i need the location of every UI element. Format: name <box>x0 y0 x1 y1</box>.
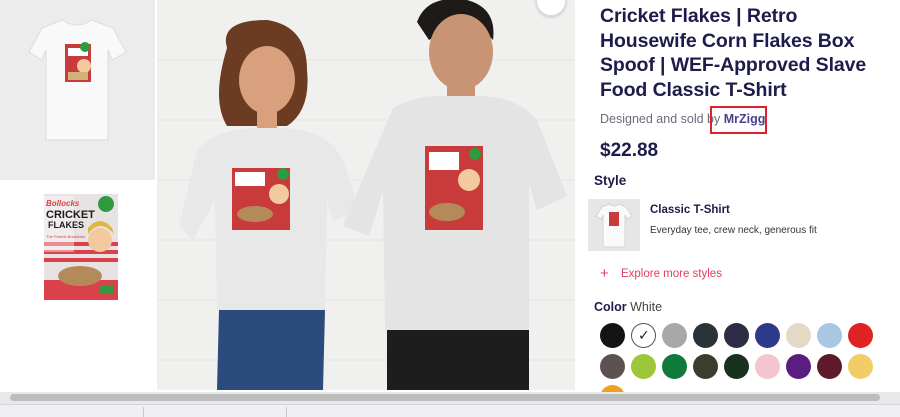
swatch-charcoal[interactable] <box>693 323 718 348</box>
explore-more-styles-link[interactable]: + Explore more styles <box>600 264 722 282</box>
swatch-heather-grey[interactable] <box>662 323 687 348</box>
style-description: Everyday tee, crew neck, generous fit <box>650 225 817 236</box>
swatch-gold[interactable] <box>848 354 873 379</box>
style-name: Classic T-Shirt <box>650 204 730 216</box>
check-icon: ✓ <box>638 327 650 343</box>
horizontal-scrollbar[interactable] <box>0 392 900 404</box>
options-panel: Style Classic T-Shirt Everyday tee, crew… <box>588 0 900 410</box>
selected-color-name: White <box>630 300 663 314</box>
swatch-kelly-green[interactable] <box>662 354 687 379</box>
swatch-pink[interactable] <box>755 354 780 379</box>
style-tshirt-image <box>588 199 640 251</box>
scrollbar-thumb[interactable] <box>10 394 880 401</box>
style-heading: Style <box>594 173 627 188</box>
swatch-lime[interactable] <box>631 354 656 379</box>
swatch-light-blue[interactable] <box>817 323 842 348</box>
artwork-tagline: The Protein Breakfast <box>46 234 86 239</box>
bar-divider <box>286 407 287 417</box>
bottom-bar <box>0 404 900 417</box>
swatch-purple[interactable] <box>786 354 811 379</box>
artwork-thumbnail-image: Bollocks CRICKET FLAKES The Protein Brea… <box>0 182 155 390</box>
explore-label: Explore more styles <box>620 268 722 280</box>
swatch-red[interactable] <box>848 323 873 348</box>
swatch-sand[interactable] <box>786 323 811 348</box>
artwork-name-line2: FLAKES <box>48 220 84 230</box>
artwork-brand-text: Bollocks <box>46 199 80 208</box>
product-page: Bollocks CRICKET FLAKES The Protein Brea… <box>0 0 900 417</box>
color-label: Color <box>594 300 627 314</box>
color-heading: Color White <box>594 300 662 314</box>
style-thumbnail <box>588 199 640 251</box>
thumbnail-tshirt[interactable] <box>0 0 155 180</box>
swatch-black[interactable] <box>600 323 625 348</box>
main-product-image[interactable] <box>157 0 575 390</box>
thumbnail-list: Bollocks CRICKET FLAKES The Protein Brea… <box>0 0 155 390</box>
swatch-maroon[interactable] <box>817 354 842 379</box>
plus-icon: + <box>600 265 609 282</box>
swatch-white[interactable]: ✓ <box>631 323 656 348</box>
thumbnail-artwork[interactable]: Bollocks CRICKET FLAKES The Protein Brea… <box>0 182 155 390</box>
models-photo <box>157 0 575 390</box>
style-option-classic-tshirt[interactable]: Classic T-Shirt Everyday tee, crew neck,… <box>588 199 890 251</box>
swatch-forest[interactable] <box>724 354 749 379</box>
swatch-brown-grey[interactable] <box>600 354 625 379</box>
bar-divider <box>143 407 144 417</box>
swatch-dark-navy[interactable] <box>724 323 749 348</box>
tshirt-thumbnail-image <box>0 0 155 180</box>
swatch-army[interactable] <box>693 354 718 379</box>
swatch-royal-blue[interactable] <box>755 323 780 348</box>
